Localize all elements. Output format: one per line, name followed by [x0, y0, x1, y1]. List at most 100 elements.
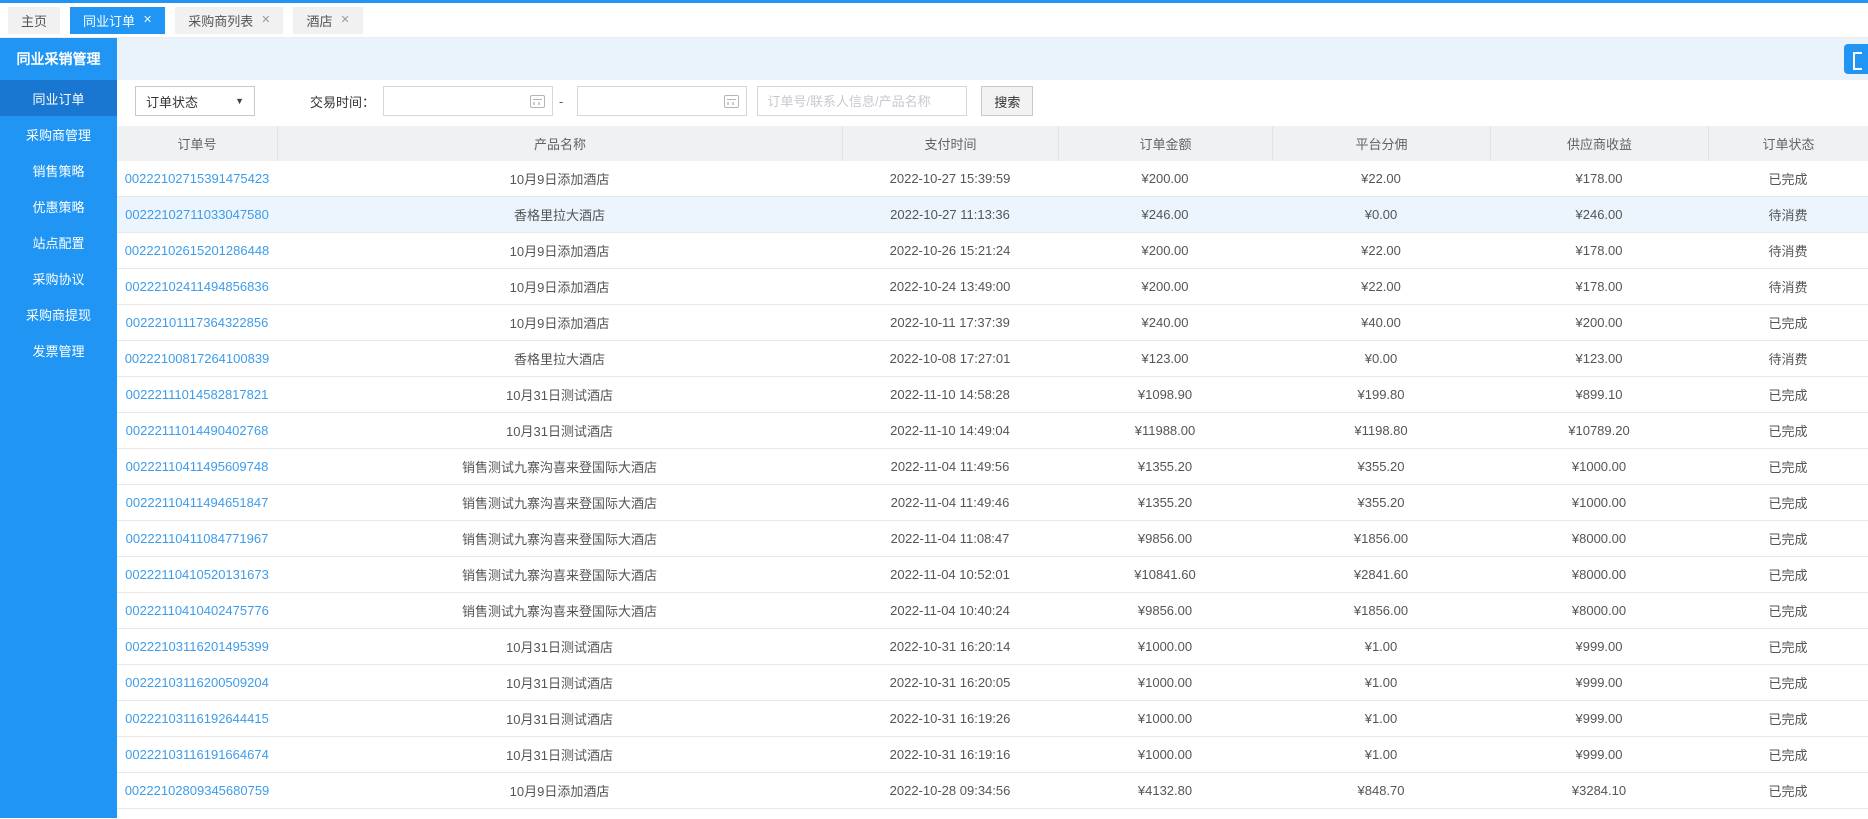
order-number-link[interactable]: 00222102411494856836	[125, 279, 269, 294]
cell-status: 已完成	[1708, 701, 1868, 736]
sidebar-item-采购协议[interactable]: 采购协议	[0, 260, 117, 296]
cell-amount: ¥200.00	[1058, 269, 1272, 304]
cell-product: 香格里拉大酒店	[277, 341, 842, 376]
tab-2[interactable]: 采购商列表✕	[175, 7, 283, 34]
sidebar-item-采购商管理[interactable]: 采购商管理	[0, 116, 117, 152]
order-status-select[interactable]: 订单状态 ▼	[135, 86, 255, 116]
cell-product: 10月31日测试酒店	[277, 377, 842, 412]
table-row: 0022210261520128644810月9日添加酒店2022-10-26 …	[117, 233, 1868, 269]
order-number-link[interactable]: 00222102615201286448	[125, 243, 270, 258]
order-number-link[interactable]: 00222110410402475776	[125, 603, 269, 618]
corner-action-button[interactable]	[1844, 44, 1868, 74]
cell-amount: ¥200.00	[1058, 161, 1272, 196]
cell-supplier_income: ¥8000.00	[1490, 593, 1708, 628]
cell-commission: ¥0.00	[1272, 197, 1490, 232]
order-number-link[interactable]: 00222103116201495399	[125, 639, 269, 654]
sidebar-item-同业订单[interactable]: 同业订单	[0, 80, 117, 116]
order-number-link[interactable]: 00222111014582817821	[126, 387, 269, 402]
cell-status: 待消费	[1708, 233, 1868, 268]
cell-commission: ¥22.00	[1272, 161, 1490, 196]
cell-supplier_income: ¥3284.10	[1490, 773, 1708, 808]
cell-product: 销售测试九寨沟喜来登国际大酒店	[277, 557, 842, 592]
close-icon[interactable]: ✕	[143, 15, 152, 26]
table-row: 00222100817264100839 香格里拉大酒店2022-10-08 17…	[117, 341, 1868, 377]
order-number-link[interactable]: 00222101117364322856	[126, 315, 269, 330]
order-number-link[interactable]: 00222102809345680759	[125, 783, 270, 798]
order-number-link[interactable]: 00222100817264100839	[125, 351, 270, 366]
table-row: 00222110411495609748销售测试九寨沟喜来登国际大酒店2022-…	[117, 449, 1868, 485]
table-row: 0022210311620050920410月31日测试酒店2022-10-31…	[117, 665, 1868, 701]
content-area: 订单状态 ▼ 交易时间： - 搜索 订单号产品名称支付时间订单金额平台分佣供应商…	[117, 38, 1868, 818]
keyword-search-input[interactable]	[757, 86, 967, 116]
cell-paid_time: 2022-11-04 11:49:56	[842, 449, 1058, 484]
cell-order_no: 00222110410402475776	[117, 593, 277, 628]
calendar-icon	[530, 95, 545, 108]
cell-amount: ¥1355.20	[1058, 449, 1272, 484]
close-icon[interactable]: ✕	[341, 15, 350, 26]
date-to-input[interactable]	[577, 86, 747, 116]
cell-commission: ¥2841.60	[1272, 557, 1490, 592]
order-number-link[interactable]: 00222110411494651847	[126, 495, 269, 510]
order-status-select-value: 订单状态	[146, 92, 198, 111]
cell-supplier_income: ¥1000.00	[1490, 449, 1708, 484]
sidebar-title: 同业采销管理	[0, 38, 117, 80]
cell-order_no: 00222110411495609748	[117, 449, 277, 484]
cell-product: 10月31日测试酒店	[277, 737, 842, 772]
cell-order_no: 00222102809345680759	[117, 773, 277, 808]
cell-paid_time: 2022-10-27 15:39:59	[842, 161, 1058, 196]
cell-commission: ¥848.70	[1272, 773, 1490, 808]
cell-commission: ¥199.80	[1272, 377, 1490, 412]
cell-status: 待消费	[1708, 269, 1868, 304]
cell-status: 已完成	[1708, 161, 1868, 196]
cell-supplier_income: ¥178.00	[1490, 161, 1708, 196]
cell-status: 已完成	[1708, 521, 1868, 556]
tab-1[interactable]: 同业订单✕	[70, 7, 165, 34]
search-button[interactable]: 搜索	[981, 86, 1033, 116]
cell-commission: ¥22.00	[1272, 269, 1490, 304]
cell-paid_time: 2022-10-24 13:49:00	[842, 269, 1058, 304]
order-number-link[interactable]: 00222110411495609748	[126, 459, 269, 474]
cell-supplier_income: ¥899.10	[1490, 377, 1708, 412]
order-number-link[interactable]: 00222103116192644415	[125, 711, 269, 726]
cell-order_no: 00222102411494856836	[117, 269, 277, 304]
table-row: 00222110410402475776销售测试九寨沟喜来登国际大酒店2022-…	[117, 593, 1868, 629]
tab-0[interactable]: 主页	[8, 7, 60, 34]
table-row: 0022210111736432285610月9日添加酒店2022-10-11 …	[117, 305, 1868, 341]
date-from-input[interactable]	[383, 86, 553, 116]
sidebar-item-销售策略[interactable]: 销售策略	[0, 152, 117, 188]
column-header: 订单状态	[1708, 126, 1868, 161]
cell-amount: ¥246.00	[1058, 197, 1272, 232]
cell-order_no: 00222110411084771967	[117, 521, 277, 556]
column-header: 产品名称	[277, 126, 842, 161]
column-header: 供应商收益	[1490, 126, 1708, 161]
order-number-link[interactable]: 00222110411084771967	[126, 531, 269, 546]
order-number-link[interactable]: 00222110410520131673	[125, 567, 269, 582]
close-icon[interactable]: ✕	[261, 15, 270, 26]
sidebar-item-采购商提现[interactable]: 采购商提现	[0, 296, 117, 332]
cell-supplier_income: ¥109.47	[1490, 809, 1708, 818]
cell-commission: ¥13.53	[1272, 809, 1490, 818]
tab-3[interactable]: 酒店✕	[293, 7, 362, 34]
cell-amount: ¥10841.60	[1058, 557, 1272, 592]
cell-supplier_income: ¥999.00	[1490, 737, 1708, 772]
cell-paid_time: 2022-10-27 11:13:36	[842, 197, 1058, 232]
cell-supplier_income: ¥8000.00	[1490, 521, 1708, 556]
cell-product: 香格里拉大酒店	[277, 197, 842, 232]
sidebar-item-优惠策略[interactable]: 优惠策略	[0, 188, 117, 224]
cell-amount: ¥11988.00	[1058, 413, 1272, 448]
table-header-row: 订单号产品名称支付时间订单金额平台分佣供应商收益订单状态	[117, 126, 1868, 161]
order-number-link[interactable]: 00222102715391475423	[125, 171, 270, 186]
order-number-link[interactable]: 00222103116200509204	[125, 675, 269, 690]
order-number-link[interactable]: 00222103116191664674	[125, 747, 269, 762]
sidebar-item-站点配置[interactable]: 站点配置	[0, 224, 117, 260]
filter-bar: 订单状态 ▼ 交易时间： - 搜索	[117, 80, 1868, 122]
date-range-separator: -	[559, 94, 563, 109]
order-number-link[interactable]: 00222111014490402768	[126, 423, 269, 438]
cell-paid_time: 2022-10-08 17:27:01	[842, 341, 1058, 376]
cell-status: 已完成	[1708, 773, 1868, 808]
order-number-link[interactable]: 00222102711033047580	[125, 207, 269, 222]
cell-commission: ¥1.00	[1272, 701, 1490, 736]
sidebar-item-发票管理[interactable]: 发票管理	[0, 332, 117, 368]
column-header: 订单号	[117, 126, 277, 161]
cell-paid_time: 2022-10-28 09:34:56	[842, 773, 1058, 808]
